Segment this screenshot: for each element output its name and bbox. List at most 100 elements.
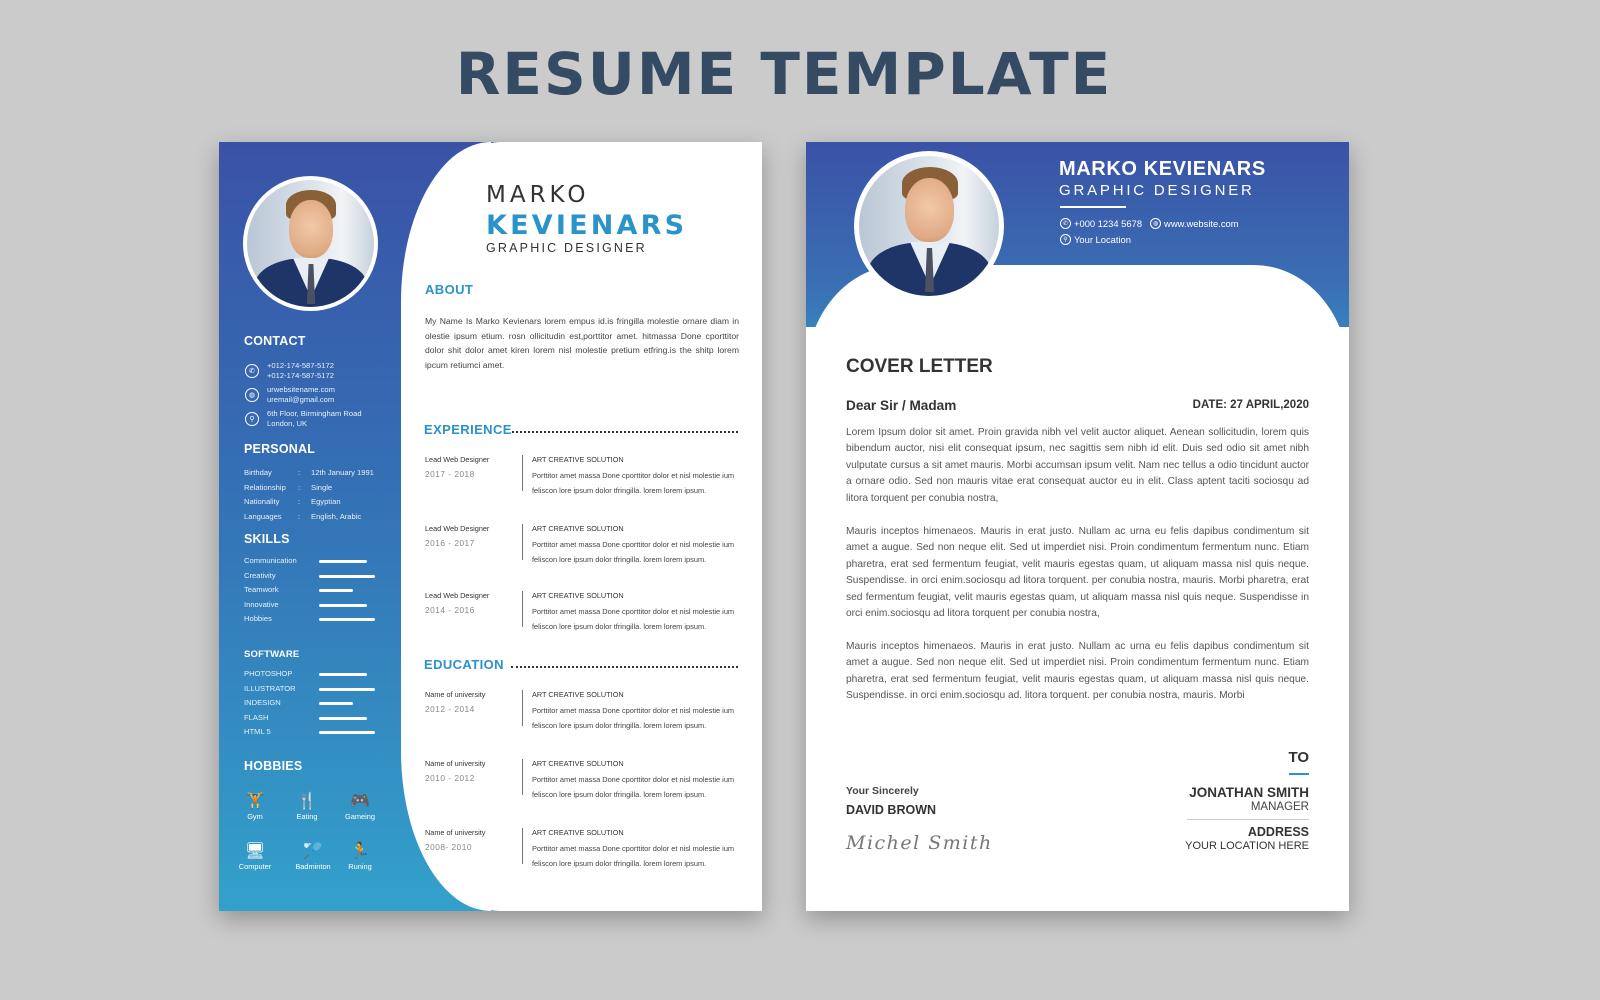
personal-row: Nationality: Egyptian: [244, 497, 341, 506]
profile-photo: [243, 176, 378, 311]
skill-bar: [319, 603, 375, 607]
software-bar-fill: [319, 716, 367, 720]
cover-website[interactable]: www.website.com: [1164, 218, 1239, 229]
experience-entry: Lead Web Designer 2014 - 2016 ART CREATIVE…: [425, 591, 741, 637]
experience-organization: ART CREATIVE SOLUTION: [532, 591, 624, 600]
personal-value: Single: [311, 482, 333, 492]
software-bar-fill: [319, 731, 375, 734]
closing: Your Sincerely: [846, 785, 919, 797]
globe-icon: ◍: [1150, 218, 1162, 229]
personal-key: Languages: [244, 511, 282, 521]
software-heading: SOFTWARE: [244, 649, 300, 660]
education-organization: ART CREATIVE SOLUTION: [532, 690, 624, 699]
recipient-role: MANAGER: [1250, 801, 1309, 813]
skill-bar-fill: [319, 618, 375, 621]
address-heading: ADDRESS: [1247, 825, 1309, 839]
experience-years: 2014 - 2016: [425, 605, 475, 615]
experience-years: 2017 - 2018: [425, 469, 475, 479]
cover-job-title: GRAPHIC DESIGNER: [1059, 182, 1255, 199]
software-row: INDESIGN: [244, 698, 379, 707]
contact-heading: CONTACT: [244, 334, 306, 348]
recipient-divider: [1187, 819, 1309, 820]
about-heading: ABOUT: [425, 282, 474, 297]
personal-separator: :: [298, 511, 301, 521]
skill-bar: [319, 589, 375, 592]
skill-label: Communication: [244, 556, 297, 565]
education-entry: Name of university 2010 - 2012 ART CREATIV…: [425, 759, 741, 805]
to-rule: [1289, 773, 1309, 775]
hobby-label: Runing: [348, 862, 372, 871]
experience-description: Porttitor amet massa Done cporttitor dol…: [532, 471, 735, 495]
phone-icon: ✆: [245, 363, 259, 378]
skill-row: Communication: [244, 556, 379, 565]
globe-icon: ◍: [245, 387, 259, 402]
education-description: Porttitor amet massa Done cporttitor dol…: [532, 706, 735, 730]
education-years: 2012 - 2014: [425, 704, 475, 714]
computer-icon: 🖥: [244, 843, 266, 860]
skill-row: Hobbies: [244, 614, 379, 623]
experience-description: Porttitor amet massa Done cporttitor dol…: [532, 607, 735, 631]
personal-heading: PERSONAL: [244, 442, 316, 456]
page-title: RESUME TEMPLATE: [455, 40, 1113, 108]
hobby-label: Eating: [296, 812, 318, 821]
letter-paragraph: Mauris inceptos himenaeos. Mauris in era…: [846, 526, 1309, 620]
experience-description: Porttitor amet massa Done cporttitor dol…: [532, 540, 735, 564]
last-name: KEVIENARS: [486, 210, 688, 241]
education-organization: ART CREATIVE SOLUTION: [532, 759, 624, 768]
recipient-name: JONATHAN SMITH: [1189, 785, 1309, 800]
experience-entry: Lead Web Designer 2017 - 2018 ART CREATIVE…: [425, 455, 741, 501]
entry-divider: [522, 591, 524, 627]
personal-row: Birthday: 12th January 1991: [244, 468, 374, 477]
cover-phone: +000 1234 5678: [1074, 218, 1143, 229]
phone-2: +012-174-587-5172: [267, 370, 334, 380]
gamepad-icon: 🎮: [350, 793, 370, 810]
education-entry: Name of university 2008- 2010 ART CREATIV…: [425, 828, 741, 874]
skill-row: Creativity: [244, 571, 379, 580]
software-row: ILLUSTRATOR: [244, 684, 379, 693]
hobby-item: 🖥 Computer: [233, 842, 277, 871]
profile-photo: [854, 151, 1004, 301]
personal-value: 12th January 1991: [311, 468, 374, 477]
software-bar-fill: [319, 702, 353, 705]
skill-row: Innovative: [244, 600, 379, 609]
hobby-item: 🏸 Badminton: [291, 842, 335, 871]
software-bar: [319, 687, 375, 691]
software-bar: [319, 716, 375, 720]
software-row: FLASH: [244, 713, 379, 722]
skill-label: Innovative: [244, 599, 279, 609]
salutation: Dear Sir / Madam: [846, 398, 957, 413]
software-label: INDESIGN: [244, 698, 281, 707]
education-description: Porttitor amet massa Done cporttitor dol…: [532, 775, 735, 799]
software-bar: [319, 702, 375, 705]
entry-divider: [522, 828, 524, 864]
hobby-item: 🍴 Eating: [285, 792, 329, 821]
phone-1: +012-174-587-5172: [267, 361, 334, 370]
email-link[interactable]: uremail@gmail.com: [267, 395, 335, 405]
education-description: Porttitor amet massa Done cporttitor dol…: [532, 844, 735, 868]
experience-organization: ART CREATIVE SOLUTION: [532, 524, 624, 533]
experience-divider: [512, 431, 738, 433]
cover-location: Your Location: [1074, 234, 1131, 245]
location-pin-icon: ⚲: [1060, 234, 1071, 245]
hobby-item: 🎮 Gameing: [338, 792, 382, 821]
personal-separator: :: [298, 497, 301, 506]
personal-value: Egyptian: [311, 497, 341, 506]
website-link[interactable]: urwebsitename.com: [267, 385, 335, 395]
entry-divider: [522, 759, 524, 795]
skill-bar: [319, 618, 375, 621]
personal-key: Nationality: [244, 497, 280, 506]
skill-label: Teamwork: [244, 585, 279, 594]
job-title: GRAPHIC DESIGNER: [486, 241, 647, 255]
experience-role: Lead Web Designer: [425, 455, 490, 464]
signer-name: DAVID BROWN: [846, 803, 937, 817]
hobbies-heading: HOBBIES: [244, 759, 303, 773]
skill-bar-fill: [319, 603, 367, 607]
address-value: YOUR LOCATION HERE: [1185, 840, 1309, 852]
software-bar: [319, 731, 375, 734]
badminton-icon: 🏸: [303, 843, 323, 860]
education-years: 2008- 2010: [425, 842, 472, 852]
skill-bar-fill: [319, 589, 353, 592]
skill-bar: [319, 574, 375, 578]
entry-divider: [522, 690, 524, 726]
dining-icon: 🍴: [297, 793, 317, 810]
